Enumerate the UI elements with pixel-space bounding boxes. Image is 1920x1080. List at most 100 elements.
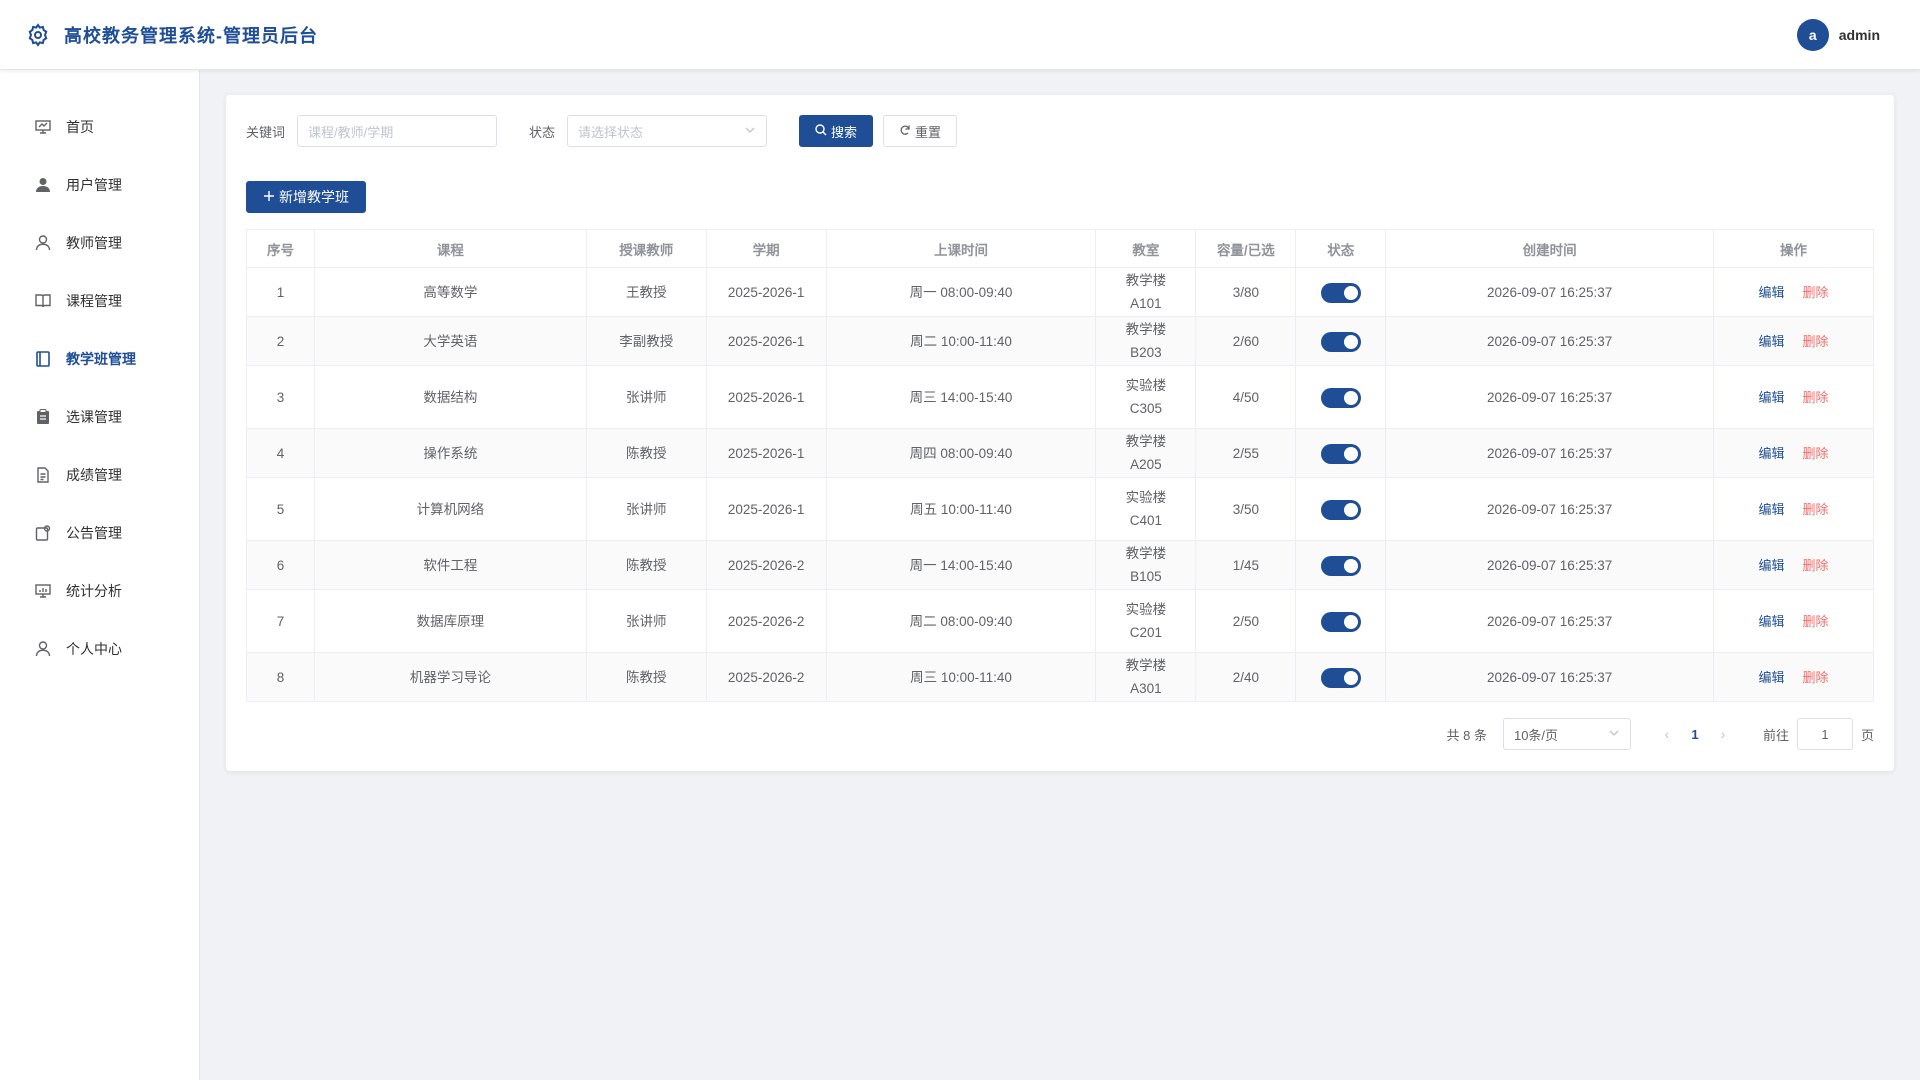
edit-button[interactable]: 编辑 [1759, 558, 1785, 573]
class-table: 序号 课程 授课教师 学期 上课时间 教室 容量/已选 状态 创建时间 操作 1… [246, 229, 1874, 702]
cell-term: 2025-2026-1 [705, 267, 827, 317]
toolbar: 新增教学班 [246, 181, 1874, 213]
column-header: 序号 [246, 229, 315, 268]
room-text: 实验楼C401 [1125, 490, 1167, 528]
goto-page-input[interactable]: 1 [1796, 718, 1853, 750]
cell-created: 2026-09-07 16:25:37 [1385, 316, 1715, 366]
status-select[interactable]: 请选择状态 [567, 115, 768, 147]
cell-time: 周二 08:00-09:40 [825, 589, 1097, 653]
next-page-icon[interactable]: › [1711, 726, 1735, 742]
cell-status [1295, 589, 1387, 653]
cell-created: 2026-09-07 16:25:37 [1385, 589, 1715, 653]
delete-button[interactable]: 删除 [1803, 446, 1829, 461]
sidebar-item-statistics[interactable]: 统计分析 [0, 562, 199, 620]
pagination: 共 8 条 10条/页 ‹ 1 › 前往 1 页 [1447, 718, 1874, 750]
delete-button[interactable]: 删除 [1803, 670, 1829, 685]
sidebar-item-home[interactable]: 首页 [0, 98, 199, 156]
page-size-select[interactable]: 10条/页 [1502, 718, 1631, 750]
cell-teacher: 李副教授 [585, 316, 707, 366]
search-button[interactable]: 搜索 [799, 115, 874, 147]
edit-button[interactable]: 编辑 [1759, 614, 1785, 629]
sidebar-item-classes[interactable]: 教学班管理 [0, 330, 199, 388]
column-header: 创建时间 [1385, 229, 1715, 268]
edit-button[interactable]: 编辑 [1759, 446, 1785, 461]
table-row: 6 软件工程 陈教授 2025-2026-2 周一 14:00-15:40 教学楼B105… [246, 540, 1874, 590]
status-toggle[interactable] [1320, 555, 1361, 576]
status-toggle[interactable] [1320, 667, 1361, 688]
cell-created: 2026-09-07 16:25:37 [1385, 428, 1715, 478]
chevron-down-icon [1608, 727, 1620, 742]
edit-button[interactable]: 编辑 [1759, 334, 1785, 349]
avatar[interactable]: a [1796, 18, 1829, 51]
add-class-button[interactable]: 新增教学班 [246, 181, 366, 213]
cell-room: 实验楼C305 [1095, 365, 1197, 429]
cell-capacity: 2/50 [1195, 589, 1297, 653]
reset-button-label: 重置 [915, 124, 942, 140]
filter-bar: 关键词 课程/教师/学期 状态 请选择状态 搜索 重置 [246, 115, 1874, 147]
cell-term: 2025-2026-1 [705, 365, 827, 429]
prev-page-icon[interactable]: ‹ [1655, 726, 1679, 742]
edit-button[interactable]: 编辑 [1759, 285, 1785, 300]
page-suffix: 页 [1860, 727, 1874, 743]
status-toggle[interactable] [1320, 499, 1361, 520]
edit-button[interactable]: 编辑 [1759, 502, 1785, 517]
delete-button[interactable]: 删除 [1803, 614, 1829, 629]
cell-room: 教学楼A301 [1095, 652, 1197, 702]
notice-icon [34, 524, 52, 542]
cell-created: 2026-09-07 16:25:37 [1385, 540, 1715, 590]
cell-course: 高等数学 [313, 267, 587, 317]
reset-button[interactable]: 重置 [883, 115, 958, 147]
status-toggle[interactable] [1320, 443, 1361, 464]
sidebar-item-label: 课程管理 [66, 293, 122, 309]
keyword-input[interactable]: 课程/教师/学期 [297, 115, 498, 147]
status-toggle[interactable] [1320, 282, 1361, 303]
delete-button[interactable]: 删除 [1803, 334, 1829, 349]
delete-button[interactable]: 删除 [1803, 285, 1829, 300]
page-number[interactable]: 1 [1679, 727, 1711, 742]
sidebar-item-courses[interactable]: 课程管理 [0, 272, 199, 330]
edit-button[interactable]: 编辑 [1759, 670, 1785, 685]
sidebar-item-notices[interactable]: 公告管理 [0, 504, 199, 562]
cell-time: 周一 14:00-15:40 [825, 540, 1097, 590]
cell-time: 周三 10:00-11:40 [825, 652, 1097, 702]
cell-room: 教学楼B203 [1095, 316, 1197, 366]
book-icon [34, 292, 52, 310]
plus-icon [263, 189, 275, 205]
delete-button[interactable]: 删除 [1803, 502, 1829, 517]
sidebar-item-users[interactable]: 用户管理 [0, 156, 199, 214]
gear-icon [24, 21, 52, 49]
status-label: 状态 [529, 124, 556, 140]
table-row: 2 大学英语 李副教授 2025-2026-1 周二 10:00-11:40 教学楼B20… [246, 316, 1874, 366]
person-icon [34, 640, 52, 658]
cell-term: 2025-2026-1 [705, 477, 827, 541]
edit-button[interactable]: 编辑 [1759, 390, 1785, 405]
sidebar-item-enrollment[interactable]: 选课管理 [0, 388, 199, 446]
cell-teacher: 张讲师 [585, 477, 707, 541]
sidebar-item-label: 个人中心 [66, 641, 122, 657]
sidebar-item-profile[interactable]: 个人中心 [0, 620, 199, 678]
table-row: 7 数据库原理 张讲师 2025-2026-2 周二 08:00-09:40 实验楼C20… [246, 589, 1874, 653]
sidebar-item-label: 选课管理 [66, 409, 122, 425]
cell-term: 2025-2026-2 [705, 652, 827, 702]
username[interactable]: admin [1839, 27, 1880, 43]
status-toggle[interactable] [1320, 331, 1361, 352]
cell-time: 周四 08:00-09:40 [825, 428, 1097, 478]
delete-button[interactable]: 删除 [1803, 390, 1829, 405]
status-toggle[interactable] [1320, 387, 1361, 408]
sidebar-item-grades[interactable]: 成绩管理 [0, 446, 199, 504]
cell-no: 1 [246, 267, 315, 317]
user-menu[interactable]: a admin [1796, 18, 1880, 51]
sidebar-item-label: 成绩管理 [66, 467, 122, 483]
cell-room: 实验楼C201 [1095, 589, 1197, 653]
status-toggle[interactable] [1320, 611, 1361, 632]
cell-capacity: 4/50 [1195, 365, 1297, 429]
sidebar-item-teachers[interactable]: 教师管理 [0, 214, 199, 272]
cell-room: 教学楼B105 [1095, 540, 1197, 590]
app-title: 高校教务管理系统-管理员后台 [64, 25, 318, 46]
cell-capacity: 3/50 [1195, 477, 1297, 541]
cell-actions: 编辑 删除 [1713, 428, 1874, 478]
page-size-value: 10条/页 [1513, 727, 1559, 743]
toggle-knob [1343, 558, 1358, 573]
delete-button[interactable]: 删除 [1803, 558, 1829, 573]
cell-actions: 编辑 删除 [1713, 589, 1874, 653]
